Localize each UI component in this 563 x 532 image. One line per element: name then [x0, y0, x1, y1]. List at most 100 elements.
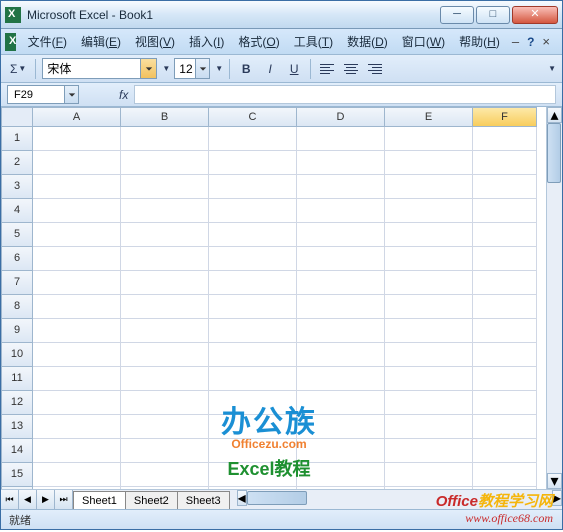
cell[interactable] [33, 391, 121, 415]
cell-grid[interactable] [33, 127, 546, 489]
row-header-13[interactable]: 13 [1, 415, 33, 439]
font-name-select[interactable]: 宋体 [42, 58, 157, 79]
cell[interactable] [121, 247, 209, 271]
sheet-tab-2[interactable]: Sheet2 [125, 491, 178, 509]
cell[interactable] [473, 127, 537, 151]
align-center-button[interactable] [341, 59, 361, 79]
cell[interactable] [209, 295, 297, 319]
cell[interactable] [209, 271, 297, 295]
row-header-12[interactable]: 12 [1, 391, 33, 415]
cell[interactable] [385, 487, 473, 489]
bold-button[interactable]: B [236, 59, 256, 79]
row-header-15[interactable]: 15 [1, 463, 33, 487]
toolbar-options-icon[interactable]: ▼ [548, 64, 556, 73]
cell[interactable] [121, 295, 209, 319]
dropdown-arrow-icon[interactable] [64, 86, 78, 103]
cell[interactable] [385, 463, 473, 487]
cell[interactable] [297, 223, 385, 247]
cell[interactable] [297, 439, 385, 463]
size-more-icon[interactable]: ▼ [215, 64, 223, 73]
cell[interactable] [33, 247, 121, 271]
row-header-1[interactable]: 1 [1, 127, 33, 151]
cell[interactable] [209, 487, 297, 489]
cell[interactable] [209, 151, 297, 175]
row-header-7[interactable]: 7 [1, 271, 33, 295]
cell[interactable] [297, 151, 385, 175]
cell[interactable] [33, 439, 121, 463]
row-header-8[interactable]: 8 [1, 295, 33, 319]
cell[interactable] [209, 439, 297, 463]
menu-file[interactable]: 文件(F) [22, 31, 73, 52]
cell[interactable] [297, 247, 385, 271]
scroll-thumb[interactable] [547, 123, 561, 183]
select-all-corner[interactable] [1, 107, 33, 127]
autosum-button[interactable]: Σ▼ [7, 59, 29, 79]
cell[interactable] [385, 319, 473, 343]
cell[interactable] [33, 463, 121, 487]
cell[interactable] [121, 151, 209, 175]
cell[interactable] [121, 487, 209, 489]
cell[interactable] [209, 391, 297, 415]
cell[interactable] [473, 319, 537, 343]
cell[interactable] [33, 343, 121, 367]
italic-button[interactable]: I [260, 59, 280, 79]
cell[interactable] [297, 391, 385, 415]
cell[interactable] [33, 415, 121, 439]
cell[interactable] [121, 463, 209, 487]
cell[interactable] [209, 367, 297, 391]
scroll-track[interactable] [547, 123, 562, 473]
cell[interactable] [121, 439, 209, 463]
cell[interactable] [385, 439, 473, 463]
row-header-4[interactable]: 4 [1, 199, 33, 223]
cell[interactable] [209, 223, 297, 247]
horizontal-scrollbar[interactable]: ◂ ▸ [237, 490, 562, 509]
cell[interactable] [121, 319, 209, 343]
column-header-B[interactable]: B [121, 107, 209, 127]
cell[interactable] [385, 199, 473, 223]
cell[interactable] [297, 463, 385, 487]
cell[interactable] [121, 415, 209, 439]
minimize-button[interactable]: ─ [440, 6, 474, 24]
column-header-C[interactable]: C [209, 107, 297, 127]
menu-window[interactable]: 窗口(W) [396, 31, 451, 52]
row-header-9[interactable]: 9 [1, 319, 33, 343]
column-header-F[interactable]: F [473, 107, 537, 127]
dropdown-arrow-icon[interactable] [195, 59, 209, 78]
menu-tools[interactable]: 工具(T) [288, 31, 339, 52]
cell[interactable] [473, 391, 537, 415]
cell[interactable] [385, 151, 473, 175]
dropdown-arrow-icon[interactable] [140, 59, 156, 78]
cell[interactable] [209, 247, 297, 271]
cell[interactable] [33, 487, 121, 489]
scroll-up-button[interactable]: ▴ [547, 107, 562, 123]
cell[interactable] [473, 223, 537, 247]
cell[interactable] [473, 463, 537, 487]
cell[interactable] [297, 487, 385, 489]
cell[interactable] [209, 127, 297, 151]
cell[interactable] [209, 319, 297, 343]
menu-help[interactable]: 帮助(H) [453, 31, 506, 52]
excel-doc-icon[interactable] [5, 33, 16, 51]
cell[interactable] [473, 295, 537, 319]
menu-format[interactable]: 格式(O) [232, 31, 285, 52]
cell[interactable] [385, 271, 473, 295]
cell[interactable] [385, 295, 473, 319]
cell[interactable] [385, 127, 473, 151]
align-right-button[interactable] [365, 59, 385, 79]
cell[interactable] [385, 343, 473, 367]
cell[interactable] [473, 271, 537, 295]
cell[interactable] [33, 367, 121, 391]
cell[interactable] [121, 367, 209, 391]
cell[interactable] [297, 199, 385, 223]
vertical-scrollbar[interactable]: ▴ ▾ [546, 107, 562, 489]
scroll-right-button[interactable]: ▸ [552, 490, 562, 506]
cell[interactable] [297, 127, 385, 151]
insert-function-button[interactable]: fx [119, 88, 128, 102]
cell[interactable] [473, 151, 537, 175]
cell[interactable] [121, 343, 209, 367]
menu-edit[interactable]: 编辑(E) [75, 31, 127, 52]
cell[interactable] [297, 367, 385, 391]
sheet-tab-3[interactable]: Sheet3 [177, 491, 230, 509]
cell[interactable] [209, 175, 297, 199]
scroll-track[interactable] [247, 490, 552, 509]
